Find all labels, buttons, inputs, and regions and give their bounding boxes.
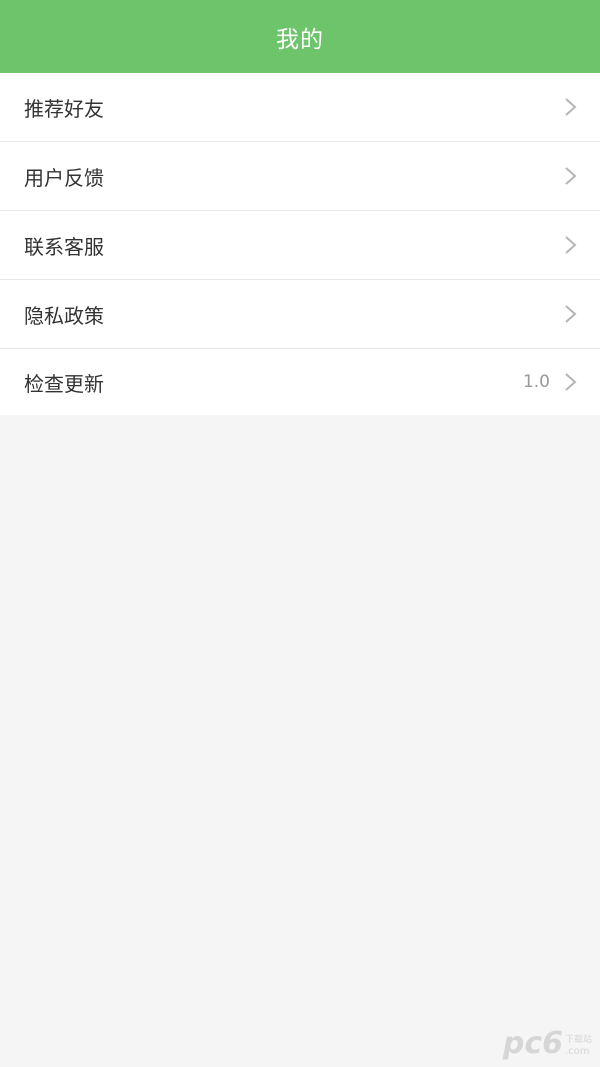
watermark-com: .com	[564, 1046, 590, 1057]
page-title: 我的	[276, 26, 324, 53]
menu-item-privacy-policy[interactable]: 隐私政策	[0, 280, 600, 349]
menu-item-check-update[interactable]: 检查更新 1.0	[0, 349, 600, 415]
app-header: 我的	[0, 0, 600, 73]
watermark-side: 下载站 .com	[565, 1035, 592, 1057]
settings-menu: 推荐好友 用户反馈 联系客服 隐私政策 检查更新 1.0	[0, 73, 600, 415]
chevron-right-icon	[565, 373, 577, 391]
watermark-logo: pc6	[502, 1026, 563, 1061]
chevron-right-icon	[565, 167, 577, 185]
menu-item-label: 检查更新	[24, 371, 104, 396]
menu-item-recommend-friends[interactable]: 推荐好友	[0, 73, 600, 142]
menu-item-label: 联系客服	[24, 234, 104, 259]
menu-item-label: 隐私政策	[24, 303, 104, 328]
watermark-cn: 下载站	[564, 1035, 592, 1045]
menu-item-label: 推荐好友	[24, 96, 104, 121]
chevron-right-icon	[565, 98, 577, 116]
watermark: pc6 下载站 .com	[503, 1026, 592, 1061]
chevron-right-icon	[565, 236, 577, 254]
version-value: 1.0	[522, 372, 550, 392]
menu-item-contact-support[interactable]: 联系客服	[0, 211, 600, 280]
menu-item-user-feedback[interactable]: 用户反馈	[0, 142, 600, 211]
chevron-right-icon	[565, 305, 577, 323]
menu-item-label: 用户反馈	[24, 165, 104, 190]
